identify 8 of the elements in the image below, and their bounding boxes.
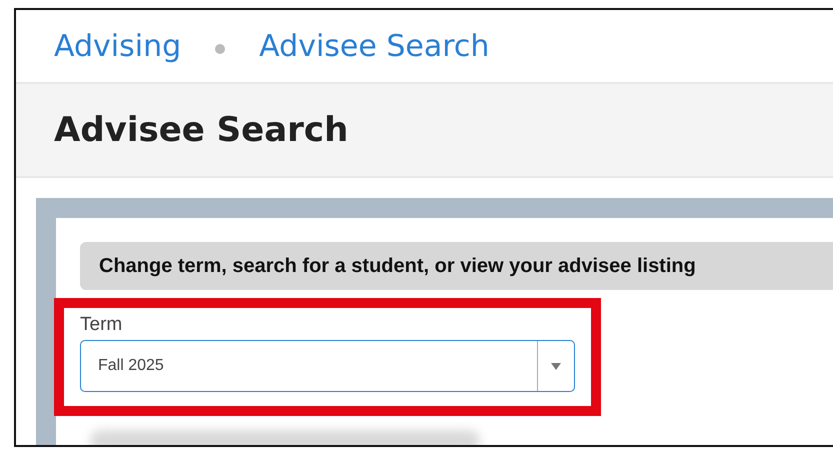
page-title: Advisee Search xyxy=(54,110,348,150)
separator-dot-icon xyxy=(215,44,226,54)
section-heading: Change term, search for a student, or view your advisee listing xyxy=(99,254,696,278)
breadcrumb-link[interactable]: Advisee Search xyxy=(259,28,490,64)
breadcrumb-link[interactable]: Advising xyxy=(54,28,182,64)
caret-icon xyxy=(551,362,561,370)
term-dropdown[interactable]: Fall 2025 xyxy=(80,340,575,392)
term-label: Term xyxy=(80,314,124,336)
